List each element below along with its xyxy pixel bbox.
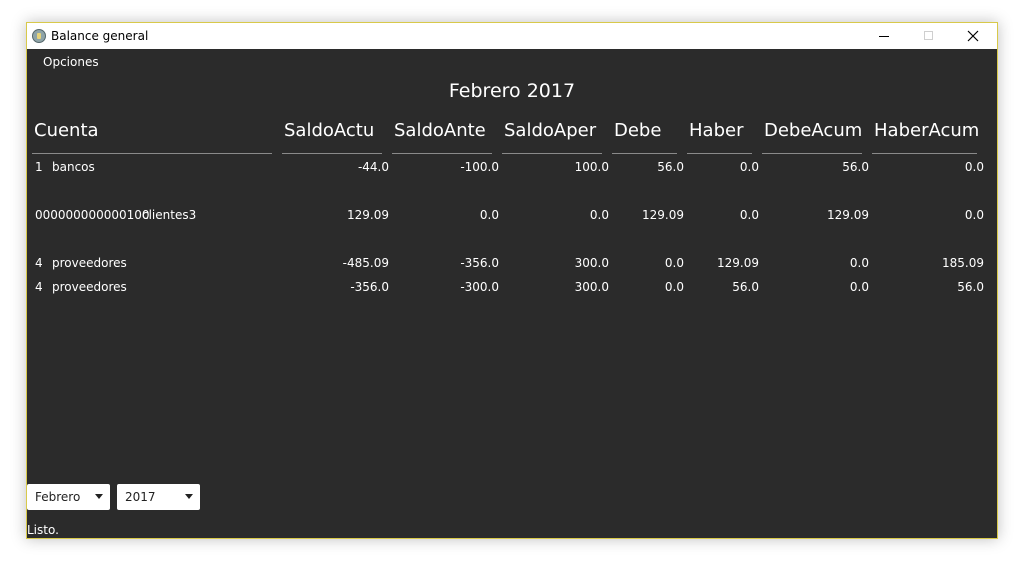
row-account-code: 4 xyxy=(35,280,43,294)
row-haberacum: 185.09 xyxy=(942,256,984,270)
chevron-down-icon xyxy=(185,494,193,499)
balance-window: Balance general Opciones Febrero 2017 Cu… xyxy=(26,22,998,539)
row-account-code: 1 xyxy=(35,160,43,174)
row-account-name: proveedores xyxy=(52,280,127,294)
row-haber: 0.0 xyxy=(739,208,759,222)
row-haber: 56.0 xyxy=(732,280,759,294)
close-icon xyxy=(967,30,979,42)
row-account-code: 4 xyxy=(35,256,43,270)
menu-opciones[interactable]: Opciones xyxy=(43,54,99,70)
row-debeacum: 56.0 xyxy=(842,160,869,174)
row-debeacum: 0.0 xyxy=(849,256,869,270)
row-saldoactu: -44.0 xyxy=(357,160,389,174)
column-header-haberacum[interactable]: HaberAcum xyxy=(874,119,979,143)
row-saldoaper: 100.0 xyxy=(574,160,609,174)
column-header-debeacum[interactable]: DebeAcum xyxy=(764,119,862,143)
column-header-saldoactu[interactable]: SaldoActu xyxy=(284,119,374,143)
column-header-cuenta[interactable]: Cuenta xyxy=(34,119,99,143)
month-select-value: Febrero xyxy=(35,490,81,504)
row-debe: 0.0 xyxy=(664,280,684,294)
row-account-name: proveedores xyxy=(52,256,127,270)
menu-bar: Opciones xyxy=(27,49,997,73)
app-icon xyxy=(32,29,46,43)
row-debe: 0.0 xyxy=(664,256,684,270)
column-header-saldoaper[interactable]: SaldoAper xyxy=(504,119,596,143)
header-underline xyxy=(502,153,602,154)
row-saldoante: -356.0 xyxy=(460,256,499,270)
month-select[interactable]: Febrero xyxy=(27,484,110,510)
header-underline xyxy=(612,153,677,154)
row-haberacum: 0.0 xyxy=(964,160,984,174)
row-haber: 0.0 xyxy=(739,160,759,174)
row-saldoante: -300.0 xyxy=(460,280,499,294)
title-bar: Balance general xyxy=(27,23,997,49)
row-saldoaper: 300.0 xyxy=(574,256,609,270)
maximize-icon xyxy=(924,31,933,40)
row-haber: 129.09 xyxy=(717,256,759,270)
row-saldoante: -100.0 xyxy=(460,160,499,174)
row-saldoactu: 129.09 xyxy=(347,208,389,222)
row-saldoactu: -356.0 xyxy=(350,280,389,294)
maximize-button[interactable] xyxy=(906,23,951,49)
row-debeacum: 0.0 xyxy=(849,280,869,294)
row-account-code: 000000000000100 xyxy=(35,208,150,222)
row-debe: 129.09 xyxy=(642,208,684,222)
header-underline xyxy=(872,153,977,154)
row-haberacum: 0.0 xyxy=(964,208,984,222)
column-header-saldoante[interactable]: SaldoAnte xyxy=(394,119,486,143)
minimize-button[interactable] xyxy=(861,23,906,49)
header-underline xyxy=(392,153,492,154)
chevron-down-icon xyxy=(95,494,103,499)
header-underline xyxy=(762,153,862,154)
close-button[interactable] xyxy=(951,23,996,49)
row-saldoante: 0.0 xyxy=(479,208,499,222)
row-account-name: clientes3 xyxy=(142,208,197,222)
header-underline xyxy=(282,153,382,154)
row-account-name: bancos xyxy=(52,160,95,174)
header-underline xyxy=(687,153,752,154)
row-saldoactu: -485.09 xyxy=(342,256,389,270)
row-debeacum: 129.09 xyxy=(827,208,869,222)
year-select[interactable]: 2017 xyxy=(117,484,200,510)
period-heading: Febrero 2017 xyxy=(448,80,576,102)
status-text: Listo. xyxy=(27,523,59,537)
year-select-value: 2017 xyxy=(125,490,156,504)
column-header-debe[interactable]: Debe xyxy=(614,119,661,143)
row-debe: 56.0 xyxy=(657,160,684,174)
window-title: Balance general xyxy=(51,29,149,43)
column-header-haber[interactable]: Haber xyxy=(689,119,743,143)
row-saldoaper: 300.0 xyxy=(574,280,609,294)
row-haberacum: 56.0 xyxy=(957,280,984,294)
header-underline xyxy=(32,153,272,154)
minimize-icon xyxy=(879,36,889,37)
row-saldoaper: 0.0 xyxy=(589,208,609,222)
